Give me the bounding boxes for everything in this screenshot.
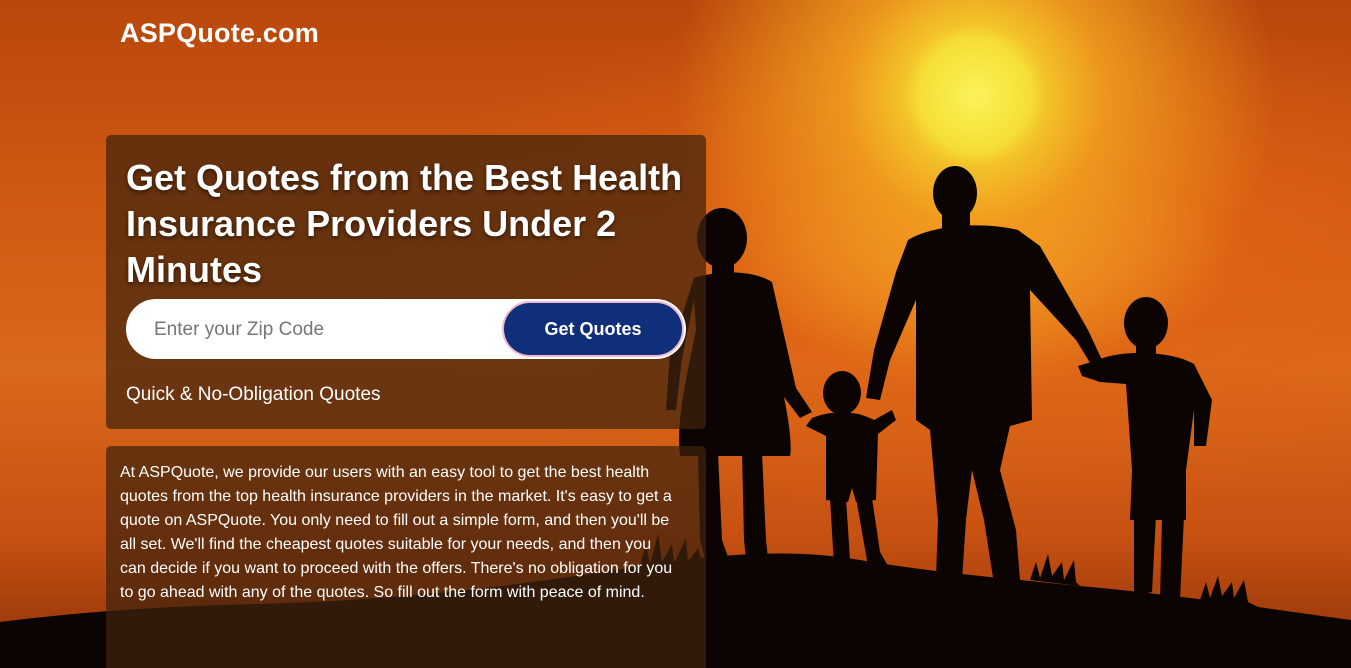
- hero-tagline: Quick & No-Obligation Quotes: [126, 384, 381, 405]
- small-child-silhouette: [806, 371, 896, 566]
- get-quotes-button[interactable]: Get Quotes: [502, 301, 684, 357]
- man-silhouette: [866, 166, 1102, 584]
- zip-quote-form: Get Quotes: [126, 299, 686, 361]
- hero-headline: Get Quotes from the Best Health Insuranc…: [126, 157, 683, 290]
- zip-code-input[interactable]: [152, 299, 496, 361]
- about-info-card: At ASPQuote, we provide our users with a…: [106, 446, 706, 668]
- about-paragraph: At ASPQuote, we provide our users with a…: [120, 464, 673, 601]
- older-child-silhouette: [1078, 297, 1212, 600]
- site-logo[interactable]: ASPQuote.com: [120, 18, 319, 49]
- quote-hero-card: Get Quotes from the Best Health Insuranc…: [106, 135, 706, 429]
